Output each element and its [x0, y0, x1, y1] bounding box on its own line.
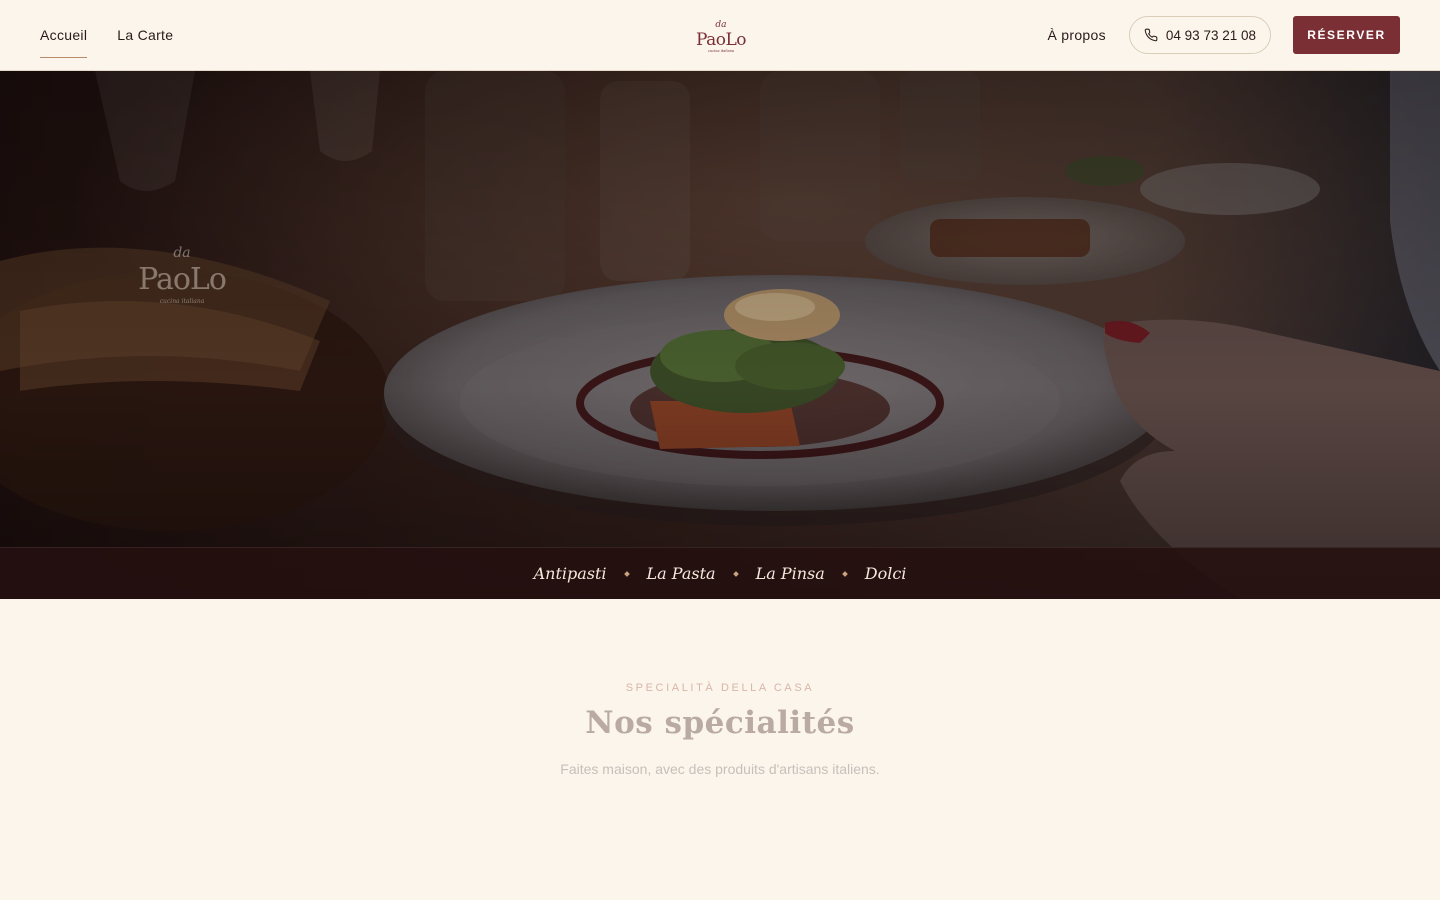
- separator-dot: [623, 570, 630, 577]
- specialties-section: SPECIALITÀ DELLA CASA Nos spécialités Fa…: [0, 599, 1440, 900]
- svg-text:da: da: [715, 20, 726, 30]
- category-bar: Antipasti La Pasta La Pinsa Dolci: [0, 547, 1440, 599]
- hero-logo: da PaoLo cucina italiana: [138, 245, 227, 305]
- svg-text:da: da: [173, 245, 190, 261]
- reserve-button[interactable]: RÉSERVER: [1293, 16, 1400, 54]
- svg-text:PaoLo: PaoLo: [696, 30, 746, 50]
- main-nav: Accueil La Carte: [40, 0, 173, 70]
- nav-a-propos[interactable]: À propos: [1047, 27, 1105, 43]
- category-la-pinsa[interactable]: La Pinsa: [756, 564, 825, 583]
- svg-text:PaoLo: PaoLo: [138, 262, 226, 297]
- separator-dot: [732, 570, 739, 577]
- logo[interactable]: da PaoLo cucina italiana: [690, 18, 752, 54]
- site-header: Accueil La Carte da PaoLo cucina italian…: [0, 0, 1440, 71]
- svg-text:cucina italiana: cucina italiana: [160, 298, 205, 305]
- category-la-pasta[interactable]: La Pasta: [647, 564, 716, 583]
- section-kicker: SPECIALITÀ DELLA CASA: [625, 682, 815, 694]
- svg-text:cucina italiana: cucina italiana: [708, 49, 734, 53]
- nav-right: À propos 04 93 73 21 08 RÉSERVER: [1047, 0, 1400, 70]
- phone-icon: [1144, 28, 1158, 42]
- category-dolci[interactable]: Dolci: [865, 564, 907, 583]
- nav-accueil[interactable]: Accueil: [40, 21, 88, 58]
- phone-number: 04 93 73 21 08: [1165, 27, 1256, 43]
- section-title: Nos spécialités: [585, 705, 855, 741]
- category-antipasti[interactable]: Antipasti: [534, 564, 607, 583]
- separator-dot: [841, 570, 848, 577]
- hero-section: da PaoLo cucina italiana Antipasti La Pa…: [0, 71, 1440, 599]
- nav-la-carte[interactable]: La Carte: [117, 21, 173, 49]
- section-subtitle: Faites maison, avec des produits d'artis…: [560, 761, 880, 777]
- hero-image: [0, 71, 1440, 599]
- phone-button[interactable]: 04 93 73 21 08: [1128, 16, 1271, 54]
